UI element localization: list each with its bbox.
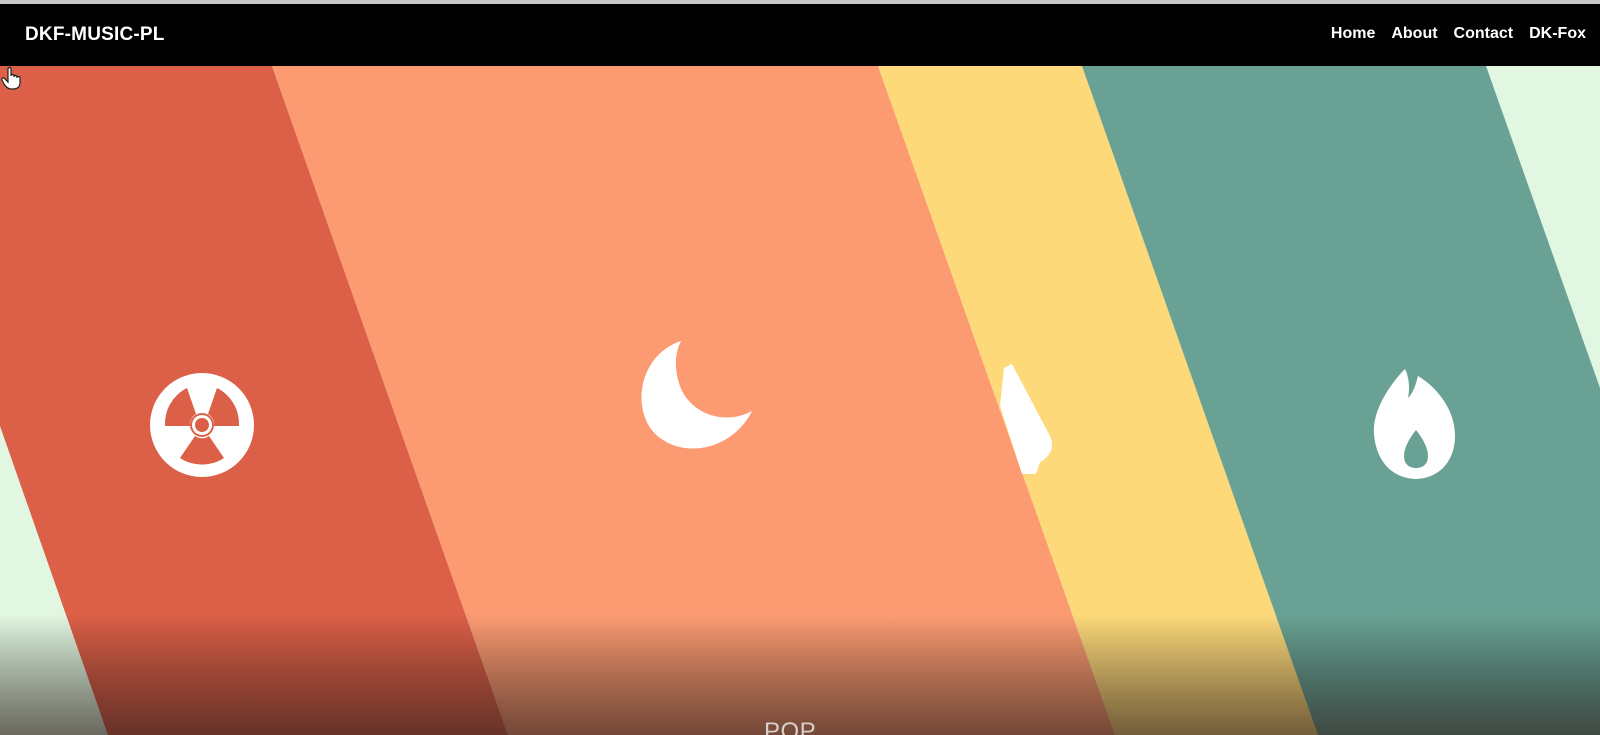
nav-links: Home About Contact DK-Fox	[1331, 25, 1586, 43]
brand-logo[interactable]: DKF-MUSIC-PL	[25, 24, 165, 46]
nav-link-about[interactable]: About	[1391, 25, 1437, 43]
radiation-icon[interactable]	[150, 373, 254, 477]
navbar: DKF-MUSIC-PL Home About Contact DK-Fox	[0, 4, 1600, 66]
nav-link-contact[interactable]: Contact	[1454, 25, 1514, 43]
genre-hero: POP	[0, 66, 1600, 735]
hand-cursor-icon	[1, 66, 21, 90]
genre-label[interactable]: POP	[764, 718, 816, 735]
nav-link-home[interactable]: Home	[1331, 25, 1375, 43]
genre-panels	[0, 66, 1600, 735]
nav-link-dk-fox[interactable]: DK-Fox	[1529, 25, 1586, 43]
